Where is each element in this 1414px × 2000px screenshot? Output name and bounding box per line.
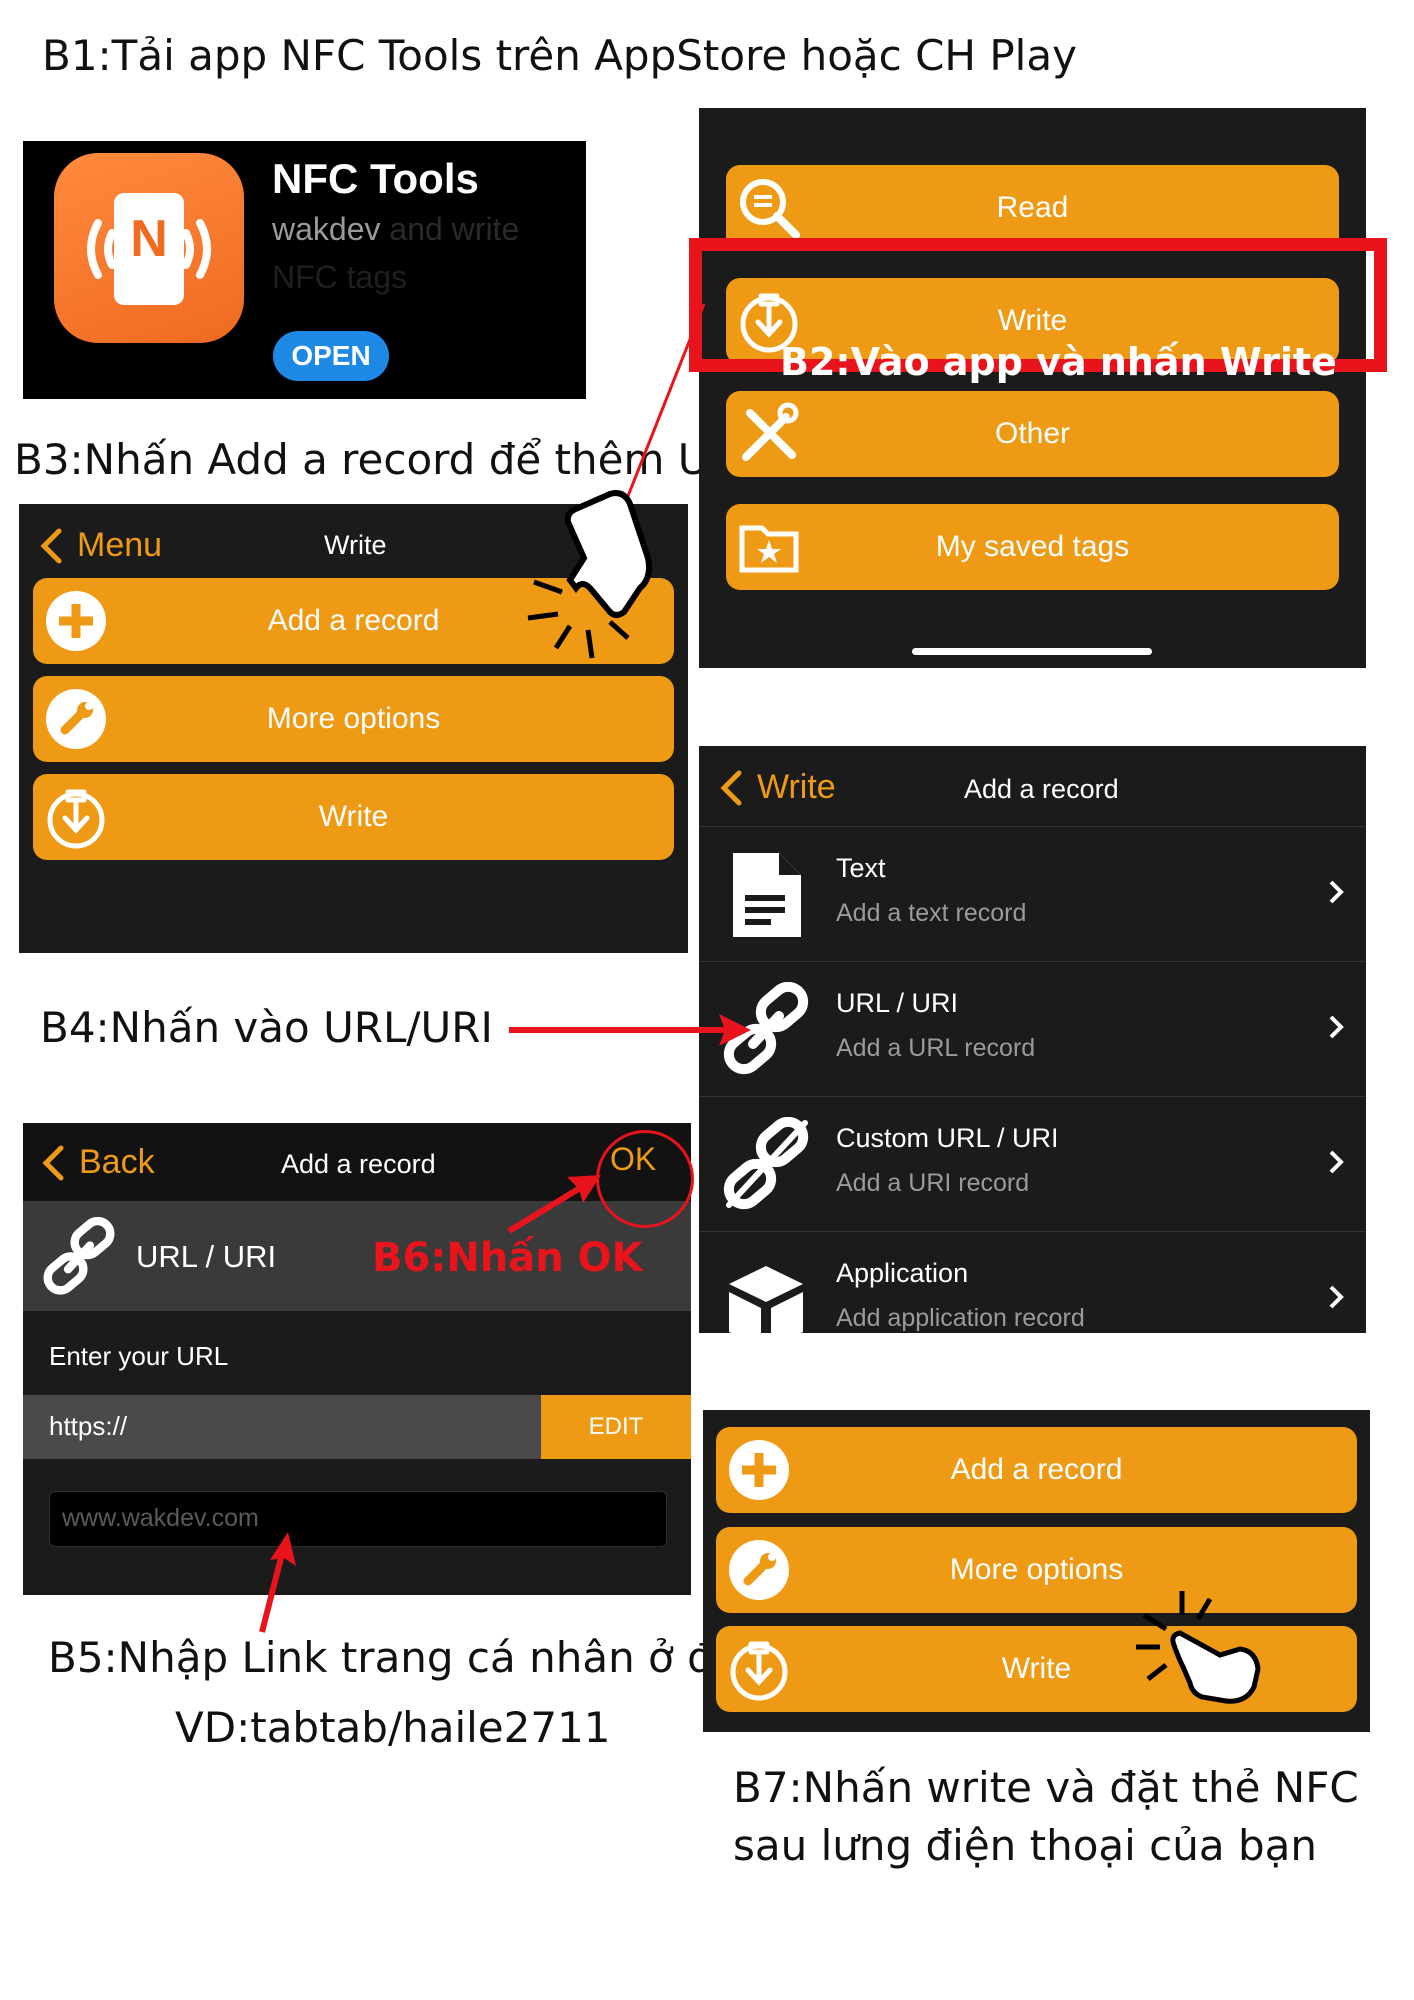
- more-options-label: More options: [266, 702, 441, 735]
- chevron-left-icon: [40, 528, 62, 563]
- record-type-label: URL / URI: [136, 1239, 277, 1274]
- main-menu-panel: Read Write Other My saved tags: [699, 108, 1366, 668]
- wrench-circle-icon: [43, 686, 109, 752]
- add-record-button[interactable]: Add a record: [716, 1427, 1357, 1513]
- write-back-label: Write: [757, 768, 836, 806]
- write-back-button[interactable]: Write: [719, 768, 836, 807]
- row-title: Custom URL / URI: [836, 1123, 1059, 1153]
- back-button[interactable]: Back: [41, 1143, 155, 1182]
- home-indicator: [912, 648, 1152, 655]
- record-row-application[interactable]: Application Add application record: [699, 1231, 1366, 1333]
- url-input-placeholder: www.wakdev.com: [62, 1504, 259, 1532]
- step-7-label-line2: sau lưng điện thoại của bạn: [733, 1821, 1318, 1870]
- url-prefix-field[interactable]: https://: [23, 1395, 541, 1459]
- row-title: URL / URI: [836, 988, 959, 1018]
- record-row-text[interactable]: Text Add a text record: [699, 826, 1366, 962]
- tap-hand-icon: [1136, 1591, 1261, 1704]
- write-action-label: Write: [1001, 1652, 1072, 1685]
- broken-link-icon: [721, 1117, 811, 1212]
- app-developer: wakdev and write: [272, 211, 519, 248]
- write-title: Write: [324, 530, 387, 560]
- plus-circle-icon: [43, 588, 109, 654]
- app-name: NFC Tools: [272, 155, 479, 202]
- saved-tags-button[interactable]: My saved tags: [726, 504, 1339, 590]
- step-4-label: B4:Nhấn vào URL/URI: [40, 1003, 493, 1052]
- step-6-arrow: [507, 1175, 601, 1234]
- chevron-right-icon: [1329, 1150, 1344, 1174]
- description-fade: and write: [389, 211, 520, 247]
- more-options-button[interactable]: More options: [33, 676, 674, 762]
- record-row-url[interactable]: URL / URI Add a URL record: [699, 961, 1366, 1097]
- step-5-label-line1: B5:Nhập Link trang cá nhân ở đây.: [48, 1633, 772, 1682]
- row-subtitle: Add a URL record: [836, 1034, 1036, 1062]
- tools-icon: [736, 401, 802, 467]
- chevron-right-icon: [1329, 880, 1344, 904]
- url-screen-title: Add a record: [281, 1149, 436, 1179]
- write-action-label: Write: [318, 800, 389, 833]
- add-record-title: Add a record: [964, 774, 1119, 804]
- chevron-left-icon: [42, 1145, 64, 1180]
- menu-back-button[interactable]: Menu: [39, 526, 162, 565]
- row-subtitle: Add application record: [836, 1304, 1085, 1332]
- step-1-label: B1:Tải app NFC Tools trên AppStore hoặc …: [42, 31, 1077, 80]
- write-download-icon: [726, 1636, 792, 1702]
- link-icon: [43, 1217, 115, 1295]
- chevron-left-icon: [720, 770, 742, 805]
- plus-circle-icon: [726, 1437, 792, 1503]
- nfc-waves-icon: [87, 219, 211, 279]
- description-fade-2: NFC tags: [272, 259, 408, 295]
- step-6-label: B6:Nhấn OK: [372, 1235, 643, 1281]
- wrench-circle-icon: [726, 1537, 792, 1603]
- step-5-label-line2: VD:tabtab/haile2711: [175, 1703, 611, 1752]
- step-7-label-line1: B7:Nhấn write và đặt thẻ NFC: [733, 1763, 1359, 1812]
- other-button[interactable]: Other: [726, 391, 1339, 477]
- add-record-panel: Write Add a record Text Add a text recor…: [699, 746, 1366, 1333]
- write-action-button[interactable]: Write: [33, 774, 674, 860]
- cube-icon: [721, 1252, 811, 1333]
- back-label: Back: [79, 1143, 155, 1181]
- ok-highlight-circle: [596, 1130, 694, 1228]
- enter-url-prompt: Enter your URL: [49, 1341, 229, 1371]
- row-subtitle: Add a URI record: [836, 1169, 1030, 1197]
- edit-button[interactable]: EDIT: [541, 1395, 691, 1459]
- step-5-arrow: [259, 1532, 296, 1633]
- row-subtitle: Add a text record: [836, 899, 1027, 927]
- row-title: Application: [836, 1258, 969, 1288]
- folder-star-icon: [736, 514, 802, 580]
- read-label: Read: [996, 191, 1069, 224]
- document-icon: [721, 847, 811, 942]
- step-4-arrow: [509, 1014, 751, 1046]
- add-record-label: Add a record: [267, 604, 440, 637]
- row-title: Text: [836, 853, 886, 883]
- chevron-right-icon: [1329, 1015, 1344, 1039]
- search-icon: [736, 175, 802, 241]
- write-download-icon: [43, 784, 109, 850]
- more-options-label: More options: [949, 1553, 1124, 1586]
- app-icon[interactable]: N: [54, 153, 244, 343]
- saved-tags-label: My saved tags: [935, 530, 1130, 563]
- app-store-card: N NFC Tools wakdev and write NFC tags OP…: [23, 141, 586, 399]
- chevron-right-icon: [1329, 1285, 1344, 1309]
- menu-back-label: Menu: [77, 526, 163, 564]
- other-label: Other: [994, 417, 1071, 450]
- url-prefix-value: https://: [49, 1411, 128, 1441]
- tap-hand-icon: [527, 490, 652, 659]
- step-2-label: B2:Vào app và nhấn Write: [780, 340, 1337, 384]
- add-record-navbar: Write Add a record: [699, 746, 1366, 826]
- open-button[interactable]: OPEN: [273, 331, 389, 381]
- developer-name: wakdev: [272, 211, 381, 247]
- url-input[interactable]: www.wakdev.com: [49, 1491, 667, 1547]
- connector-line: [626, 303, 706, 497]
- add-record-label: Add a record: [950, 1453, 1123, 1486]
- record-row-custom-url[interactable]: Custom URL / URI Add a URI record: [699, 1096, 1366, 1232]
